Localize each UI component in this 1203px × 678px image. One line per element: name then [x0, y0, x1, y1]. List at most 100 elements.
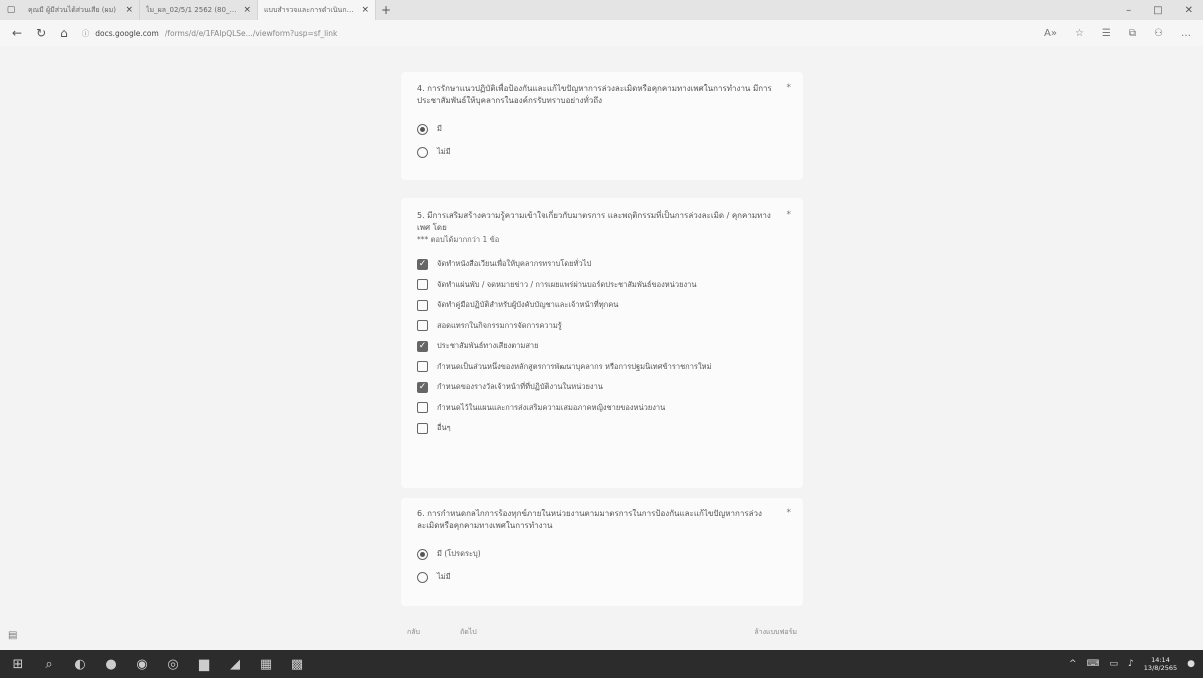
- network-icon[interactable]: ▭: [1110, 659, 1119, 669]
- app-icon[interactable]: ◐: [70, 654, 90, 674]
- app-icon[interactable]: ▩: [287, 654, 307, 674]
- option-label: ไม่มี: [437, 147, 451, 156]
- clock[interactable]: 14:14 13/8/2565: [1144, 656, 1177, 672]
- home-icon[interactable]: ⌂: [60, 26, 68, 40]
- tab-actions-icon[interactable]: ▢: [0, 5, 22, 15]
- edge-icon[interactable]: ◉: [132, 654, 152, 674]
- app-icon[interactable]: ●: [101, 654, 121, 674]
- minimize-button[interactable]: –: [1126, 5, 1131, 16]
- question-card-4: * 4. การรักษาแนวปฏิบัติเพื่อป้องกันและแก…: [401, 72, 803, 180]
- browser-tab-active[interactable]: แบบสำรวจและการดำเนินการตามมาตรา ×: [258, 0, 376, 20]
- option-label: จัดทำคู่มือปฏิบัติสำหรับผู้บังคับบัญชาแล…: [437, 300, 619, 309]
- volume-icon[interactable]: ♪: [1128, 659, 1134, 669]
- favorites-list-icon[interactable]: ☰: [1102, 28, 1111, 39]
- tab-title: ไม_ผล_02/5/1 2562 (80_6_65).pdf: [146, 5, 239, 14]
- close-window-button[interactable]: ✕: [1185, 5, 1193, 16]
- option-label: กำหนดเป็นส่วนหนึ่งของหลักสูตรการพัฒนาบุค…: [437, 361, 712, 371]
- checkbox-option[interactable]: ✓ กำหนดของรางวัลเจ้าหน้าที่ที่ปฏิบัติงานใ…: [417, 377, 787, 397]
- browser-tab-bar: ▢ คุณมี ผู้มีส่วนได้ส่วนเสีย (ผม) × ไม_ผ…: [0, 0, 1203, 20]
- checkbox-option[interactable]: กำหนดไว้ในแผนและการส่งเสริมความเสมอภาคหญ…: [417, 398, 787, 418]
- checkbox-option[interactable]: จัดทำแผ่นพับ / จดหมายข่าว / การเผยแพร่ผ่…: [417, 275, 787, 295]
- checkbox-option[interactable]: อื่นๆ: [417, 418, 787, 438]
- option-label: อื่นๆ: [437, 423, 451, 432]
- question-note: *** ตอบได้มากกว่า 1 ข้อ: [417, 235, 500, 244]
- required-marker: *: [786, 83, 792, 93]
- close-tab-icon[interactable]: ×: [361, 5, 369, 15]
- option-label: มี: [437, 124, 442, 133]
- close-tab-icon[interactable]: ×: [125, 5, 133, 15]
- radio-selected-icon[interactable]: [417, 123, 428, 135]
- browser-tab[interactable]: คุณมี ผู้มีส่วนได้ส่วนเสีย (ผม) ×: [22, 0, 140, 20]
- option-label: จัดทำแผ่นพับ / จดหมายข่าว / การเผยแพร่ผ่…: [437, 279, 697, 289]
- radio-icon[interactable]: [417, 146, 428, 158]
- tab-title: แบบสำรวจและการดำเนินการตามมาตรา: [264, 5, 358, 14]
- more-icon[interactable]: …: [1181, 28, 1191, 39]
- option-label: สอดแทรกในกิจกรรมการจัดการความรู้: [437, 320, 562, 330]
- radio-option[interactable]: มี (โปรดระบุ): [417, 544, 787, 564]
- profile-icon[interactable]: ⚇: [1154, 28, 1163, 39]
- notification-icon[interactable]: ●: [1187, 659, 1195, 669]
- radio-option[interactable]: มี: [417, 119, 787, 139]
- question-card-6: * 6. การกำหนดกลไกการร้องทุกข์ภายในหน่วยง…: [401, 498, 803, 606]
- checkbox-icon[interactable]: [417, 320, 428, 331]
- url-field[interactable]: ⓘ docs.google.com /forms/d/e/1FAIpQLSe..…: [82, 24, 1030, 42]
- back-icon[interactable]: ←: [12, 26, 22, 40]
- required-marker: *: [786, 210, 792, 220]
- checkbox-option[interactable]: ✓ ประชาสัมพันธ์ทางเสียงตามสาย: [417, 336, 787, 356]
- radio-icon[interactable]: [417, 571, 428, 583]
- option-label: กำหนดไว้ในแผนและการส่งเสริมความเสมอภาคหญ…: [437, 402, 666, 412]
- feedback-icon[interactable]: ▤: [8, 630, 17, 641]
- clock-time: 14:14: [1151, 656, 1170, 664]
- file-explorer-icon[interactable]: ▆: [194, 654, 214, 674]
- url-path: /forms/d/e/1FAIpQLSe.../viewform?usp=sf_…: [164, 28, 338, 38]
- close-tab-icon[interactable]: ×: [243, 5, 251, 15]
- checkbox-option[interactable]: จัดทำคู่มือปฏิบัติสำหรับผู้บังคับบัญชาแล…: [417, 295, 787, 315]
- keyboard-icon[interactable]: ⌨: [1087, 659, 1100, 669]
- question-title: 5. มีการเสริมสร้างความรู้ความเข้าใจเกี่ย…: [417, 211, 771, 232]
- checkbox-checked-icon[interactable]: ✓: [417, 258, 428, 270]
- option-label: มี (โปรดระบุ): [437, 549, 481, 558]
- checkbox-option[interactable]: ✓ จัดทำหนังสือเวียนเพื่อให้บุคลากรทราบโดย…: [417, 254, 787, 274]
- checkbox-icon[interactable]: [417, 422, 428, 434]
- checkbox-icon[interactable]: [417, 361, 428, 372]
- checkbox-option[interactable]: สอดแทรกในกิจกรรมการจัดการความรู้: [417, 316, 787, 336]
- chevron-up-icon[interactable]: ^: [1069, 659, 1077, 669]
- next-button[interactable]: ถัดไป: [460, 627, 477, 638]
- clock-date: 13/8/2565: [1143, 664, 1178, 672]
- radio-selected-icon[interactable]: [417, 548, 428, 560]
- back-button[interactable]: กลับ: [407, 627, 420, 638]
- checkbox-option[interactable]: กำหนดเป็นส่วนหนึ่งของหลักสูตรการพัฒนาบุค…: [417, 357, 787, 377]
- option-label: ประชาสัมพันธ์ทางเสียงตามสาย: [437, 341, 539, 350]
- checkbox-icon[interactable]: [417, 299, 428, 311]
- option-label: ไม่มี: [437, 572, 451, 581]
- favorite-icon[interactable]: ☆: [1075, 28, 1084, 39]
- clear-form-button[interactable]: ล้างแบบฟอร์ม: [754, 627, 797, 638]
- collections-icon[interactable]: ⧉: [1129, 28, 1136, 39]
- address-bar: ← ↻ ⌂ ⓘ docs.google.com /forms/d/e/1FAIp…: [0, 20, 1203, 46]
- taskbar: ⊞ ⌕ ◐ ● ◉ ◎ ▆ ◢ ▦ ▩ ^ ⌨ ▭ ♪ 14:14 13/8/2…: [0, 650, 1203, 678]
- new-tab-button[interactable]: +: [376, 3, 396, 17]
- checkbox-checked-icon[interactable]: ✓: [417, 340, 428, 352]
- required-marker: *: [786, 508, 792, 518]
- form-column: * 4. การรักษาแนวปฏิบัติเพื่อป้องกันและแก…: [401, 46, 803, 650]
- radio-option[interactable]: ไม่มี: [417, 142, 787, 162]
- question-card-5: * 5. มีการเสริมสร้างความรู้ความเข้าใจเกี…: [401, 198, 803, 488]
- system-tray: ^ ⌨ ▭ ♪ 14:14 13/8/2565 ●: [1069, 656, 1195, 672]
- search-icon[interactable]: ⌕: [39, 654, 59, 674]
- chrome-icon[interactable]: ◎: [163, 654, 183, 674]
- app-icon[interactable]: ▦: [256, 654, 276, 674]
- read-aloud-icon[interactable]: A»: [1044, 28, 1057, 39]
- radio-option[interactable]: ไม่มี: [417, 567, 787, 587]
- tab-title: คุณมี ผู้มีส่วนได้ส่วนเสีย (ผม): [28, 5, 116, 14]
- lock-icon: ⓘ: [81, 28, 90, 38]
- question-title: 4. การรักษาแนวปฏิบัติเพื่อป้องกันและแก้ไ…: [417, 84, 772, 105]
- checkbox-checked-icon[interactable]: ✓: [417, 381, 428, 393]
- option-label: กำหนดของรางวัลเจ้าหน้าที่ที่ปฏิบัติงานใน…: [437, 382, 603, 391]
- checkbox-icon[interactable]: [417, 279, 428, 290]
- start-icon[interactable]: ⊞: [8, 654, 28, 674]
- app-icon[interactable]: ◢: [225, 654, 245, 674]
- refresh-icon[interactable]: ↻: [36, 26, 46, 40]
- browser-tab[interactable]: ไม_ผล_02/5/1 2562 (80_6_65).pdf ×: [140, 0, 258, 20]
- checkbox-icon[interactable]: [417, 402, 428, 413]
- maximize-button[interactable]: □: [1153, 5, 1162, 16]
